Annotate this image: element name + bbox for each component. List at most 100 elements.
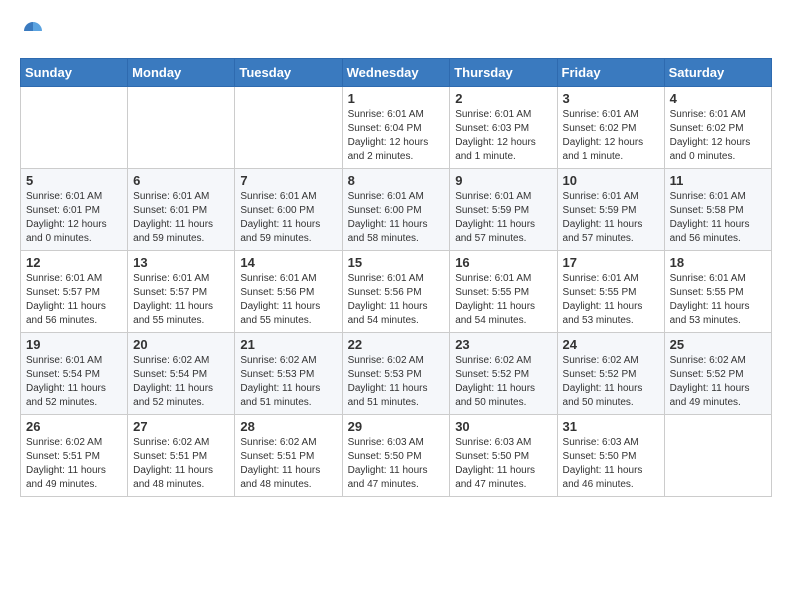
day-number: 16 [455,255,551,270]
calendar-cell [664,415,771,497]
logo [20,20,44,42]
day-number: 31 [563,419,659,434]
calendar-cell: 4Sunrise: 6:01 AM Sunset: 6:02 PM Daylig… [664,87,771,169]
calendar-cell: 30 Sunrise: 6:03 AM Sunset: 5:50 PM Dayli… [450,415,557,497]
calendar-cell: 9Sunrise: 6:01 AM Sunset: 5:59 PM Daylig… [450,169,557,251]
day-info: Sunrise: 6:01 AM Sunset: 5:59 PM Dayligh… [563,190,659,246]
day-number: 19 [26,337,122,352]
day-number: 1 [348,91,445,106]
calendar-week-row: 19 Sunrise: 6:01 AM Sunset: 5:54 PM Dayli… [21,333,772,415]
day-number: 24 [563,337,659,352]
calendar-header-friday: Friday [557,59,664,87]
page-header [20,20,772,42]
day-info: Sunrise: 6:01 AM Sunset: 6:02 PM Dayligh… [563,108,659,164]
day-info: Sunrise: 6:03 AM Sunset: 5:50 PM Dayligh… [563,436,659,492]
calendar-cell: 11Sunrise: 6:01 AM Sunset: 5:58 PM Dayli… [664,169,771,251]
calendar-cell: 1 Sunrise: 6:01 AM Sunset: 6:04 PM Daylig… [342,87,450,169]
day-info: Sunrise: 6:02 AM Sunset: 5:53 PM Dayligh… [240,354,336,410]
calendar-cell: 12 Sunrise: 6:01 AM Sunset: 5:57 PM Dayli… [21,251,128,333]
calendar-week-row: 26 Sunrise: 6:02 AM Sunset: 5:51 PM Dayli… [21,415,772,497]
day-number: 8 [348,173,445,188]
calendar-cell: 2Sunrise: 6:01 AM Sunset: 6:03 PM Daylig… [450,87,557,169]
calendar-cell: 31 Sunrise: 6:03 AM Sunset: 5:50 PM Dayli… [557,415,664,497]
day-info: Sunrise: 6:01 AM Sunset: 6:04 PM Dayligh… [348,108,445,164]
day-info: Sunrise: 6:02 AM Sunset: 5:52 PM Dayligh… [563,354,659,410]
day-number: 5 [26,173,122,188]
calendar-cell: 13 Sunrise: 6:01 AM Sunset: 5:57 PM Dayli… [128,251,235,333]
day-info: Sunrise: 6:03 AM Sunset: 5:50 PM Dayligh… [455,436,551,492]
day-info: Sunrise: 6:02 AM Sunset: 5:52 PM Dayligh… [455,354,551,410]
day-info: Sunrise: 6:01 AM Sunset: 5:57 PM Dayligh… [133,272,229,328]
calendar-cell: 22Sunrise: 6:02 AM Sunset: 5:53 PM Dayli… [342,333,450,415]
calendar-cell: 26 Sunrise: 6:02 AM Sunset: 5:51 PM Dayli… [21,415,128,497]
calendar-cell: 8 Sunrise: 6:01 AM Sunset: 6:00 PM Daylig… [342,169,450,251]
calendar-header-wednesday: Wednesday [342,59,450,87]
calendar-cell: 20 Sunrise: 6:02 AM Sunset: 5:54 PM Dayli… [128,333,235,415]
calendar-week-row: 5 Sunrise: 6:01 AM Sunset: 6:01 PM Daylig… [21,169,772,251]
calendar-header-tuesday: Tuesday [235,59,342,87]
calendar-cell: 18 Sunrise: 6:01 AM Sunset: 5:55 PM Dayli… [664,251,771,333]
day-number: 22 [348,337,445,352]
calendar-cell [21,87,128,169]
calendar-cell: 24 Sunrise: 6:02 AM Sunset: 5:52 PM Dayli… [557,333,664,415]
day-number: 6 [133,173,229,188]
calendar-cell [235,87,342,169]
calendar-week-row: 1 Sunrise: 6:01 AM Sunset: 6:04 PM Daylig… [21,87,772,169]
calendar-cell: 28 Sunrise: 6:02 AM Sunset: 5:51 PM Dayli… [235,415,342,497]
calendar-cell: 25 Sunrise: 6:02 AM Sunset: 5:52 PM Dayli… [664,333,771,415]
calendar-cell: 5 Sunrise: 6:01 AM Sunset: 6:01 PM Daylig… [21,169,128,251]
day-info: Sunrise: 6:01 AM Sunset: 5:55 PM Dayligh… [455,272,551,328]
calendar-week-row: 12 Sunrise: 6:01 AM Sunset: 5:57 PM Dayli… [21,251,772,333]
calendar-header-monday: Monday [128,59,235,87]
calendar-cell: 10 Sunrise: 6:01 AM Sunset: 5:59 PM Dayli… [557,169,664,251]
calendar-cell: 14Sunrise: 6:01 AM Sunset: 5:56 PM Dayli… [235,251,342,333]
day-number: 30 [455,419,551,434]
day-info: Sunrise: 6:01 AM Sunset: 6:00 PM Dayligh… [240,190,336,246]
day-info: Sunrise: 6:03 AM Sunset: 5:50 PM Dayligh… [348,436,445,492]
calendar-cell: 7 Sunrise: 6:01 AM Sunset: 6:00 PM Daylig… [235,169,342,251]
calendar-cell: 15 Sunrise: 6:01 AM Sunset: 5:56 PM Dayli… [342,251,450,333]
day-info: Sunrise: 6:01 AM Sunset: 5:58 PM Dayligh… [670,190,766,246]
day-info: Sunrise: 6:02 AM Sunset: 5:51 PM Dayligh… [133,436,229,492]
day-number: 28 [240,419,336,434]
calendar-cell: 21Sunrise: 6:02 AM Sunset: 5:53 PM Dayli… [235,333,342,415]
day-info: Sunrise: 6:01 AM Sunset: 6:00 PM Dayligh… [348,190,445,246]
day-number: 25 [670,337,766,352]
calendar-header-row: SundayMondayTuesdayWednesdayThursdayFrid… [21,59,772,87]
day-number: 26 [26,419,122,434]
day-number: 9 [455,173,551,188]
day-info: Sunrise: 6:02 AM Sunset: 5:54 PM Dayligh… [133,354,229,410]
day-number: 10 [563,173,659,188]
calendar-header-sunday: Sunday [21,59,128,87]
day-number: 20 [133,337,229,352]
day-number: 13 [133,255,229,270]
day-number: 27 [133,419,229,434]
day-number: 3 [563,91,659,106]
day-info: Sunrise: 6:01 AM Sunset: 5:54 PM Dayligh… [26,354,122,410]
calendar-table: SundayMondayTuesdayWednesdayThursdayFrid… [20,58,772,497]
day-number: 7 [240,173,336,188]
day-info: Sunrise: 6:01 AM Sunset: 5:57 PM Dayligh… [26,272,122,328]
day-number: 29 [348,419,445,434]
calendar-cell: 27 Sunrise: 6:02 AM Sunset: 5:51 PM Dayli… [128,415,235,497]
day-info: Sunrise: 6:01 AM Sunset: 6:02 PM Dayligh… [670,108,766,164]
day-info: Sunrise: 6:02 AM Sunset: 5:51 PM Dayligh… [26,436,122,492]
day-number: 18 [670,255,766,270]
day-info: Sunrise: 6:02 AM Sunset: 5:51 PM Dayligh… [240,436,336,492]
day-info: Sunrise: 6:01 AM Sunset: 6:01 PM Dayligh… [26,190,122,246]
calendar-cell: 17Sunrise: 6:01 AM Sunset: 5:55 PM Dayli… [557,251,664,333]
day-info: Sunrise: 6:01 AM Sunset: 6:01 PM Dayligh… [133,190,229,246]
day-number: 12 [26,255,122,270]
day-info: Sunrise: 6:01 AM Sunset: 5:56 PM Dayligh… [348,272,445,328]
logo-icon [22,20,44,42]
calendar-cell: 23 Sunrise: 6:02 AM Sunset: 5:52 PM Dayli… [450,333,557,415]
day-info: Sunrise: 6:01 AM Sunset: 6:03 PM Dayligh… [455,108,551,164]
calendar-cell: 6 Sunrise: 6:01 AM Sunset: 6:01 PM Daylig… [128,169,235,251]
calendar-cell: 29 Sunrise: 6:03 AM Sunset: 5:50 PM Dayli… [342,415,450,497]
day-info: Sunrise: 6:01 AM Sunset: 5:55 PM Dayligh… [670,272,766,328]
day-info: Sunrise: 6:02 AM Sunset: 5:52 PM Dayligh… [670,354,766,410]
day-number: 15 [348,255,445,270]
calendar-header-thursday: Thursday [450,59,557,87]
day-number: 23 [455,337,551,352]
calendar-cell [128,87,235,169]
